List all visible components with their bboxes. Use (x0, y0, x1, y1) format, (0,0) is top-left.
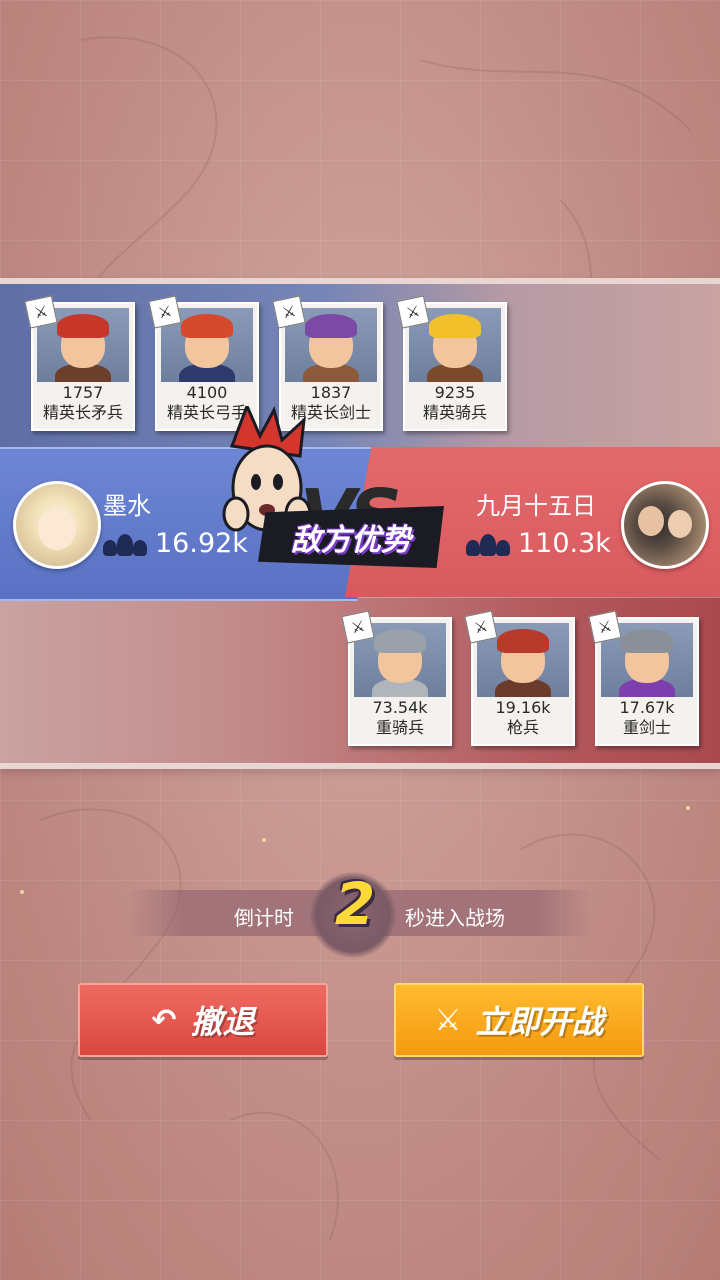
status-banner: 敌方优势 (258, 506, 444, 568)
retreat-button-label: 撤退 (190, 1003, 255, 1041)
fight-now-button[interactable]: ⚔ 立即开战 (394, 983, 644, 1057)
enemy-avatar[interactable] (621, 481, 709, 569)
fight-now-button-label: 立即开战 (475, 1003, 604, 1041)
unit-card[interactable]: ⚔ 17.67k 重剑士 (588, 610, 699, 746)
unit-count: 73.54k (372, 698, 428, 717)
unit-count: 9235 (434, 383, 476, 402)
unit-name: 精英骑兵 (422, 403, 487, 422)
unit-card[interactable]: ⚔ 1757 精英长矛兵 (24, 295, 135, 431)
unit-name: 重骑兵 (375, 718, 424, 737)
player-name: 墨水 (103, 492, 151, 520)
enemy-name: 九月十五日 (476, 492, 596, 520)
unit-name: 枪兵 (506, 718, 539, 737)
unit-count: 19.16k (495, 698, 551, 717)
sword-icon: ⚔ (272, 295, 306, 329)
sparkle (20, 890, 24, 894)
unit-name: 精英长矛兵 (42, 403, 123, 422)
sparkle (262, 838, 266, 842)
sparkle (686, 806, 690, 810)
enemy-power: 110.3k (466, 528, 611, 559)
unit-hair (305, 314, 357, 338)
users-icon (466, 532, 510, 556)
unit-hair (181, 314, 233, 338)
unit-count: 1837 (310, 383, 352, 402)
sword-icon: ⚔ (24, 295, 58, 329)
unit-card[interactable]: ⚔ 19.16k 枪兵 (464, 610, 575, 746)
sword-icon: ⚔ (588, 610, 622, 644)
unit-card[interactable]: ⚔ 9235 精英骑兵 (396, 295, 507, 431)
retreat-button[interactable]: ↶ 撤退 (78, 983, 328, 1057)
users-icon (103, 532, 147, 556)
unit-hair (621, 629, 673, 653)
crossed-swords-icon: ⚔ (434, 1002, 462, 1038)
unit-count: 4100 (186, 383, 228, 402)
status-banner-text: 敌方优势 (291, 523, 411, 558)
unit-count: 1757 (62, 383, 104, 402)
unit-hair (374, 629, 426, 653)
unit-name: 重剑士 (622, 718, 671, 737)
unit-card[interactable]: ⚔ 73.54k 重骑兵 (341, 610, 452, 746)
enemy-power-value: 110.3k (518, 528, 611, 559)
countdown-suffix: 秒进入战场 (405, 906, 505, 930)
player-avatar[interactable] (13, 481, 101, 569)
unit-hair (497, 629, 549, 653)
sword-icon: ⚔ (396, 295, 430, 329)
unit-hair (429, 314, 481, 338)
countdown-number: 2 (334, 870, 376, 938)
unit-count: 17.67k (619, 698, 675, 717)
unit-hair (57, 314, 109, 338)
sword-icon: ⚔ (464, 610, 498, 644)
countdown-prefix: 倒计时 (234, 906, 294, 930)
sword-icon: ⚔ (341, 610, 375, 644)
sword-icon: ⚔ (148, 295, 182, 329)
undo-arrow-icon: ↶ (151, 1002, 177, 1038)
